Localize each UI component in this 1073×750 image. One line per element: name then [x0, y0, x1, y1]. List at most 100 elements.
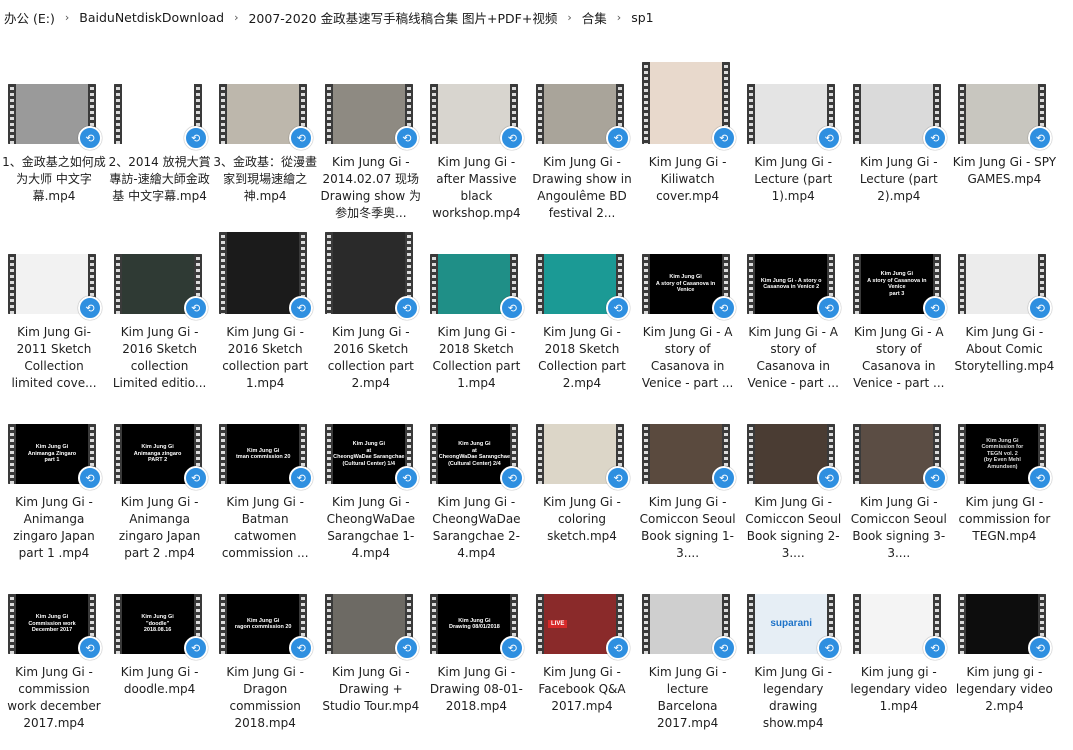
- thumbnail-image: Kim Jung Gi "doodle" 2018.08.16: [121, 594, 194, 654]
- video-file-item[interactable]: ⟲ Kim jung gi - legendary video 2.mp4: [952, 572, 1056, 737]
- video-thumbnail[interactable]: ⟲: [530, 232, 634, 320]
- video-file-item[interactable]: Kim Jung Gi Drawing 08/01/2018 ⟲ Kim Jung G…: [424, 572, 528, 737]
- video-file-item[interactable]: Kim Jung Gi Commission work December 2017 ⟲…: [2, 572, 106, 737]
- video-file-item[interactable]: ⟲ 3、金政基：從漫畫家到現場速繪之神.mp4: [213, 62, 317, 227]
- video-file-item[interactable]: Kim Jung Gi Animanga zingaro PART 2 ⟲ Kim Ju…: [108, 402, 212, 567]
- video-thumbnail[interactable]: ⟲: [847, 402, 951, 490]
- video-thumbnail[interactable]: Kim Jung Gi A story of Casanova in Venice…: [847, 232, 951, 320]
- thumbnail-image: [121, 84, 194, 144]
- video-thumbnail[interactable]: Kim Jung Gi Commission for TEGN vol. 2 (by …: [952, 402, 1056, 490]
- video-file-item[interactable]: Kim Jung Gi "doodle" 2018.08.16 ⟲ Kim Jung G…: [108, 572, 212, 737]
- sync-arrow-icon: ⟲: [289, 126, 314, 150]
- thumbnail-image: [860, 424, 933, 484]
- file-name-label: Kim Jung Gi - Animanga zingaro Japan par…: [13, 495, 95, 560]
- video-file-item[interactable]: suparani ⟲ Kim Jung Gi - legendary drawing…: [741, 572, 845, 737]
- video-file-item[interactable]: ⟲ 2、2014 放視大賞專訪-速繪大師金政基 中文字幕.mp4: [108, 62, 212, 227]
- video-file-item[interactable]: ⟲ Kim Jung Gi - 2016 Sketch collection Li…: [108, 232, 212, 397]
- video-thumbnail[interactable]: LIVE ⟲: [530, 572, 634, 660]
- video-thumbnail[interactable]: ⟲: [952, 572, 1056, 660]
- video-file-item[interactable]: ⟲ Kim Jung Gi - 2018 Sketch Collection pa…: [424, 232, 528, 397]
- video-file-item[interactable]: ⟲ Kim Jung Gi - Drawing + Studio Tour.mp4: [319, 572, 423, 737]
- video-thumbnail[interactable]: ⟲: [2, 232, 106, 320]
- video-thumbnail[interactable]: Kim Jung Gi tman commission 20 ⟲: [213, 402, 317, 490]
- video-thumbnail[interactable]: ⟲: [636, 572, 740, 660]
- video-file-item[interactable]: ⟲ Kim Jung Gi - About Comic Storytelling.…: [952, 232, 1056, 397]
- film-strip-left: [747, 84, 756, 144]
- video-thumbnail[interactable]: ⟲: [741, 402, 845, 490]
- video-file-item[interactable]: ⟲ Kim Jung Gi - Kiliwatch cover.mp4: [636, 62, 740, 227]
- video-file-item[interactable]: ⟲ Kim Jung Gi - Lecture (part 2).mp4: [847, 62, 951, 227]
- video-thumbnail[interactable]: ⟲: [213, 232, 317, 320]
- film-strip-left: [852, 424, 861, 484]
- video-file-item[interactable]: Kim Jung Gi A story of Casanova in Venice ⟲…: [636, 232, 740, 397]
- video-thumbnail[interactable]: suparani ⟲: [741, 572, 845, 660]
- video-file-item[interactable]: ⟲ Kim Jung Gi - Drawing show in Angoulême…: [530, 62, 634, 227]
- video-thumbnail[interactable]: ⟲: [319, 572, 423, 660]
- video-thumbnail[interactable]: Kim Jung Gi Animanga Zingaro part 1 ⟲: [2, 402, 106, 490]
- video-thumbnail[interactable]: ⟲: [636, 62, 740, 150]
- video-file-item[interactable]: ⟲ Kim Jung Gi - 2016 Sketch collection pa…: [213, 232, 317, 397]
- video-thumbnail[interactable]: ⟲: [847, 572, 951, 660]
- video-thumbnail[interactable]: ⟲: [2, 62, 106, 150]
- video-thumbnail[interactable]: ⟲: [636, 402, 740, 490]
- video-thumbnail[interactable]: ⟲: [424, 62, 528, 150]
- video-thumbnail[interactable]: Kim Jung Gi at CheongWaDae Sarangchae (Cult…: [424, 402, 528, 490]
- video-thumbnail[interactable]: ⟲: [952, 62, 1056, 150]
- video-file-item[interactable]: ⟲ Kim Jung Gi- 2011 Sketch Collection lim…: [2, 232, 106, 397]
- video-file-item[interactable]: ⟲ Kim Jung Gi - Comiccon Seoul Book signi…: [741, 402, 845, 567]
- video-file-item[interactable]: Kim Jung Gi Commission for TEGN vol. 2 (by …: [952, 402, 1056, 567]
- video-file-item[interactable]: ⟲ Kim Jung Gi - after Massive black works…: [424, 62, 528, 227]
- video-thumbnail[interactable]: ⟲: [108, 62, 212, 150]
- video-thumbnail[interactable]: ⟲: [741, 62, 845, 150]
- video-file-item[interactable]: ⟲ Kim Jung Gi - SPY GAMES.mp4: [952, 62, 1056, 227]
- video-thumbnail[interactable]: Kim Jung Gi A story of Casanova in Venice ⟲: [636, 232, 740, 320]
- sync-arrow-icon: ⟲: [183, 126, 208, 150]
- video-thumbnail[interactable]: Kim Jung Gi Commission work December 2017 ⟲: [2, 572, 106, 660]
- video-thumbnail[interactable]: Kim Jung Gi at CheongWaDae Sarangchae (Cult…: [319, 402, 423, 490]
- breadcrumb-item-collection[interactable]: 2007-2020 金政基速写手稿线稿合集 图片+PDF+视频: [240, 8, 565, 27]
- video-file-item[interactable]: ⟲ Kim Jung Gi - 2018 Sketch Collection pa…: [530, 232, 634, 397]
- video-thumbnail[interactable]: ⟲: [952, 232, 1056, 320]
- video-thumbnail[interactable]: Kim Jung Gi Drawing 08/01/2018 ⟲: [424, 572, 528, 660]
- video-thumbnail[interactable]: ⟲: [213, 62, 317, 150]
- video-file-item[interactable]: Kim Jung Gi at CheongWaDae Sarangchae (Cult…: [319, 402, 423, 567]
- sync-arrow-icon: ⟲: [922, 296, 947, 320]
- sync-arrow-icon: ⟲: [500, 296, 525, 320]
- video-thumbnail[interactable]: Kim Jung Gi "doodle" 2018.08.16 ⟲: [108, 572, 212, 660]
- video-thumbnail[interactable]: ⟲: [847, 62, 951, 150]
- sync-arrow-icon: ⟲: [78, 126, 102, 150]
- video-file-item[interactable]: LIVE ⟲ Kim Jung Gi - Facebook Q&A 2017.mp4: [530, 572, 634, 737]
- breadcrumb-item-sp1[interactable]: sp1: [623, 10, 661, 25]
- video-file-item[interactable]: Kim Jung Gi tman commission 20 ⟲ Kim Jung G…: [213, 402, 317, 567]
- breadcrumb-item-baidu[interactable]: BaiduNetdiskDownload: [71, 10, 232, 25]
- video-thumbnail[interactable]: Kim Jung Gi Animanga zingaro PART 2 ⟲: [108, 402, 212, 490]
- video-file-item[interactable]: Kim Jung Gi Animanga Zingaro part 1 ⟲ Kim Ju…: [2, 402, 106, 567]
- sync-arrow-icon: ⟲: [817, 296, 842, 320]
- breadcrumb-item-drive[interactable]: 办公 (E:): [0, 8, 63, 27]
- thumbnail-caption: A story of Casanova in Venice: [867, 277, 927, 291]
- video-thumbnail[interactable]: ⟲: [108, 232, 212, 320]
- video-file-item[interactable]: ⟲ Kim Jung Gi - 2016 Sketch collection pa…: [319, 232, 423, 397]
- video-file-item[interactable]: ⟲ 1、金政基之如何成为大师 中文字幕.mp4: [2, 62, 106, 227]
- video-file-item[interactable]: Kim Jung Gi A story of Casanova in Venice…: [847, 232, 951, 397]
- video-thumbnail[interactable]: ⟲: [319, 62, 423, 150]
- video-thumbnail[interactable]: Kim Jung Gi ragon commission 20 ⟲: [213, 572, 317, 660]
- breadcrumb-item-heji[interactable]: 合集: [574, 8, 615, 27]
- video-file-item[interactable]: ⟲ Kim Jung Gi - 2014.02.07 现场 Drawing sho…: [319, 62, 423, 227]
- video-thumbnail[interactable]: ⟲: [424, 232, 528, 320]
- video-file-item[interactable]: Kim Jung Gi ragon commission 20 ⟲ Kim Jung …: [213, 572, 317, 737]
- video-file-item[interactable]: Kim Jung Gi at CheongWaDae Sarangchae (Cult…: [424, 402, 528, 567]
- video-thumbnail[interactable]: ⟲: [319, 232, 423, 320]
- video-thumbnail[interactable]: Kim Jung Gi - A story o Casanova in Venic…: [741, 232, 845, 320]
- video-file-item[interactable]: Kim Jung Gi - A story o Casanova in Venic…: [741, 232, 845, 397]
- video-file-item[interactable]: ⟲ Kim Jung Gi - lecture Barcelona 2017.mp…: [636, 572, 740, 737]
- video-file-item[interactable]: ⟲ Kim Jung Gi - Lecture (part 1).mp4: [741, 62, 845, 227]
- video-file-item[interactable]: ⟲ Kim Jung Gi - Comiccon Seoul Book signi…: [636, 402, 740, 567]
- video-file-item[interactable]: ⟲ Kim jung gi - legendary video 1.mp4: [847, 572, 951, 737]
- video-file-item[interactable]: ⟲ Kim Jung Gi - Comiccon Seoul Book signi…: [847, 402, 951, 567]
- thumbnail-image: Kim Jung Gi Animanga zingaro PART 2: [121, 424, 194, 484]
- video-file-item[interactable]: ⟲ Kim Jung Gi - coloring sketch.mp4: [530, 402, 634, 567]
- video-thumbnail[interactable]: ⟲: [530, 62, 634, 150]
- video-thumbnail[interactable]: ⟲: [530, 402, 634, 490]
- film-strip-left: [324, 232, 333, 314]
